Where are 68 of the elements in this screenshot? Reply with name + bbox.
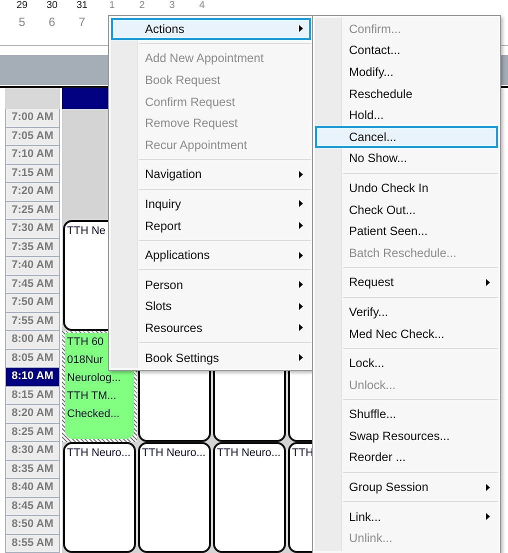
menu-item[interactable]: Med Nec Check... [315, 322, 498, 344]
calendar-day[interactable]: 3 [157, 0, 187, 11]
time-slot[interactable]: 7:25 AM [5, 202, 60, 220]
time-slot[interactable]: 8:05 AM [5, 350, 60, 368]
calendar-day[interactable]: 5 [7, 15, 37, 29]
appointment-text: Neurolog... [67, 370, 122, 386]
time-slot[interactable]: 8:00 AM [5, 331, 60, 350]
menu-item[interactable]: Modify... [315, 61, 498, 83]
time-slot[interactable]: 7:20 AM [5, 183, 60, 202]
menu-item[interactable]: Verify... [315, 301, 498, 323]
menu-item[interactable]: Request [315, 272, 498, 294]
menu-item[interactable]: Lock... [315, 352, 498, 374]
appointment-block[interactable]: TTH Neuro... [138, 442, 211, 553]
time-slot[interactable]: 8:45 AM [5, 498, 60, 516]
appointment-text: TTH Neuro... [142, 446, 207, 461]
menu-item[interactable]: Hold... [315, 104, 498, 126]
calendar-day[interactable]: 1 [97, 0, 127, 11]
menu-item[interactable]: Reorder ... [315, 446, 498, 468]
time-slot[interactable]: 7:55 AM [5, 312, 60, 331]
time-slot[interactable]: 7:15 AM [5, 164, 60, 183]
calendar-day[interactable]: 6 [37, 15, 67, 29]
appointment-text: TTH Neuro... [67, 446, 132, 461]
appointment-text: TTH 60 [67, 334, 105, 350]
time-slot[interactable]: 7:05 AM [5, 128, 60, 146]
menu-item[interactable]: Patient Seen... [315, 220, 498, 242]
menu-item[interactable]: Shuffle... [315, 404, 498, 426]
appointment-text: 018Nur [67, 352, 104, 368]
time-slot[interactable]: 7:45 AM [5, 276, 60, 294]
time-slot[interactable]: 8:20 AM [5, 405, 60, 424]
calendar-day[interactable]: 7 [67, 15, 97, 29]
time-slot[interactable]: 8:55 AM [5, 534, 60, 553]
time-slot[interactable]: 8:40 AM [5, 479, 60, 498]
appointment-block[interactable]: TTH Neuro... [213, 442, 286, 553]
appointment-text: TTH Neuro... [217, 446, 282, 461]
time-slot[interactable]: 8:25 AM [5, 424, 60, 442]
time-slot[interactable]: 7:50 AM [5, 294, 60, 312]
menu-item[interactable]: Check Out... [315, 198, 498, 220]
time-slot[interactable]: 7:40 AM [5, 257, 60, 276]
time-slot[interactable]: 8:50 AM [5, 516, 60, 534]
time-slot[interactable]: 7:00 AM [5, 109, 60, 128]
calendar-day[interactable]: 2 [127, 0, 157, 11]
appointment-text: TTH Ne [67, 224, 106, 239]
time-slot[interactable]: 7:10 AM [5, 146, 60, 164]
menu-item[interactable]: Contact... [315, 40, 498, 62]
time-slot[interactable]: 8:30 AM [5, 442, 60, 460]
time-slot[interactable]: 7:30 AM [5, 220, 60, 238]
calendar-day[interactable]: 4 [187, 0, 217, 11]
time-slot[interactable]: 8:10 AM [5, 368, 60, 386]
menu-item[interactable]: Cancel... [315, 126, 498, 148]
time-slot[interactable]: 8:35 AM [5, 460, 60, 479]
menu-item[interactable]: Navigation [111, 164, 311, 186]
appointment-block[interactable]: TTH Neuro... [63, 442, 136, 553]
menu-item[interactable]: Link... [315, 506, 498, 528]
menu-item[interactable]: Group Session [315, 476, 498, 498]
calendar-day[interactable]: 29 [7, 0, 37, 11]
menu-item[interactable]: Actions [111, 18, 311, 40]
menu-item[interactable]: Swap Resources... [315, 425, 498, 447]
calendar-day[interactable]: 30 [37, 0, 67, 11]
time-slot[interactable]: 8:15 AM [5, 386, 60, 405]
time-slot[interactable]: 7:35 AM [5, 238, 60, 257]
calendar-day[interactable]: 31 [67, 0, 97, 11]
menu-item[interactable]: Undo Check In [315, 177, 498, 199]
appointment-text: Checked... [67, 406, 121, 422]
appointment-text: TTH TM... [67, 388, 118, 404]
time-header [5, 88, 60, 109]
menu-item[interactable]: Inquiry [111, 193, 311, 215]
menu-item[interactable]: Reschedule [315, 82, 498, 104]
menu-item[interactable]: No Show... [315, 148, 498, 170]
